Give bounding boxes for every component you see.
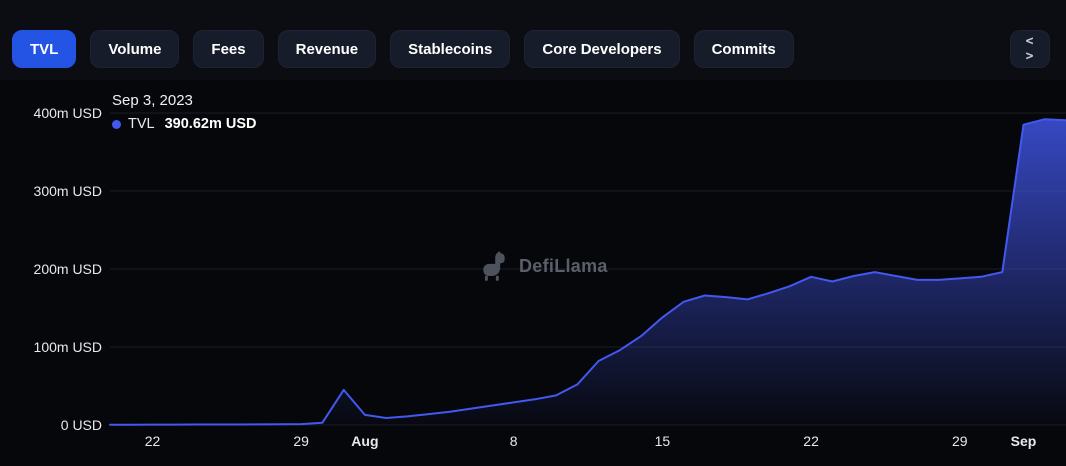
code-icon: < > <box>1026 34 1035 64</box>
x-axis-label: 15 <box>655 433 671 449</box>
metric-tabbar: TVL Volume Fees Revenue Stablecoins Core Deve… <box>0 0 1066 80</box>
tab-revenue[interactable]: Revenue <box>278 30 377 68</box>
defillama-watermark: DefiLlama <box>478 250 608 282</box>
tab-tvl[interactable]: TVL <box>12 30 76 68</box>
tab-commits[interactable]: Commits <box>694 30 794 68</box>
tab-stablecoins[interactable]: Stablecoins <box>390 30 510 68</box>
y-axis-label: 300m USD <box>0 182 102 200</box>
y-axis-label: 100m USD <box>0 338 102 356</box>
y-axis-label: 400m USD <box>0 104 102 122</box>
tooltip-date: Sep 3, 2023 <box>112 92 256 109</box>
x-axis-label: 8 <box>510 433 518 449</box>
embed-chart-button[interactable]: < > <box>1010 30 1050 68</box>
y-axis-label: 0 USD <box>0 416 102 434</box>
x-axis-label: 29 <box>293 433 309 449</box>
watermark-text: DefiLlama <box>519 256 608 277</box>
tab-core-developers[interactable]: Core Developers <box>524 30 679 68</box>
tooltip-series-name: TVL <box>128 116 155 132</box>
defillama-chart-page: TVL Volume Fees Revenue Stablecoins Core Deve… <box>0 0 1066 466</box>
x-axis-label: 22 <box>803 433 819 449</box>
llama-logo-icon <box>478 250 510 282</box>
tvl-chart-area: 0 USD 100m USD 200m USD 300m USD 400m USD 22… <box>0 80 1066 466</box>
x-axis-label: 29 <box>952 433 968 449</box>
tab-volume[interactable]: Volume <box>90 30 179 68</box>
x-axis-label: 22 <box>145 433 161 449</box>
x-axis-label: Sep <box>1011 433 1037 449</box>
tooltip-value: 390.62m USD <box>165 116 257 132</box>
tab-fees[interactable]: Fees <box>193 30 263 68</box>
x-axis-label: Aug <box>351 433 378 449</box>
chart-tooltip: Sep 3, 2023 TVL 390.62m USD <box>112 92 256 132</box>
tooltip-series-row: TVL 390.62m USD <box>112 116 256 132</box>
metric-tabs: TVL Volume Fees Revenue Stablecoins Core Deve… <box>0 0 1066 68</box>
series-dot-icon <box>112 120 121 129</box>
y-axis-label: 200m USD <box>0 260 102 278</box>
